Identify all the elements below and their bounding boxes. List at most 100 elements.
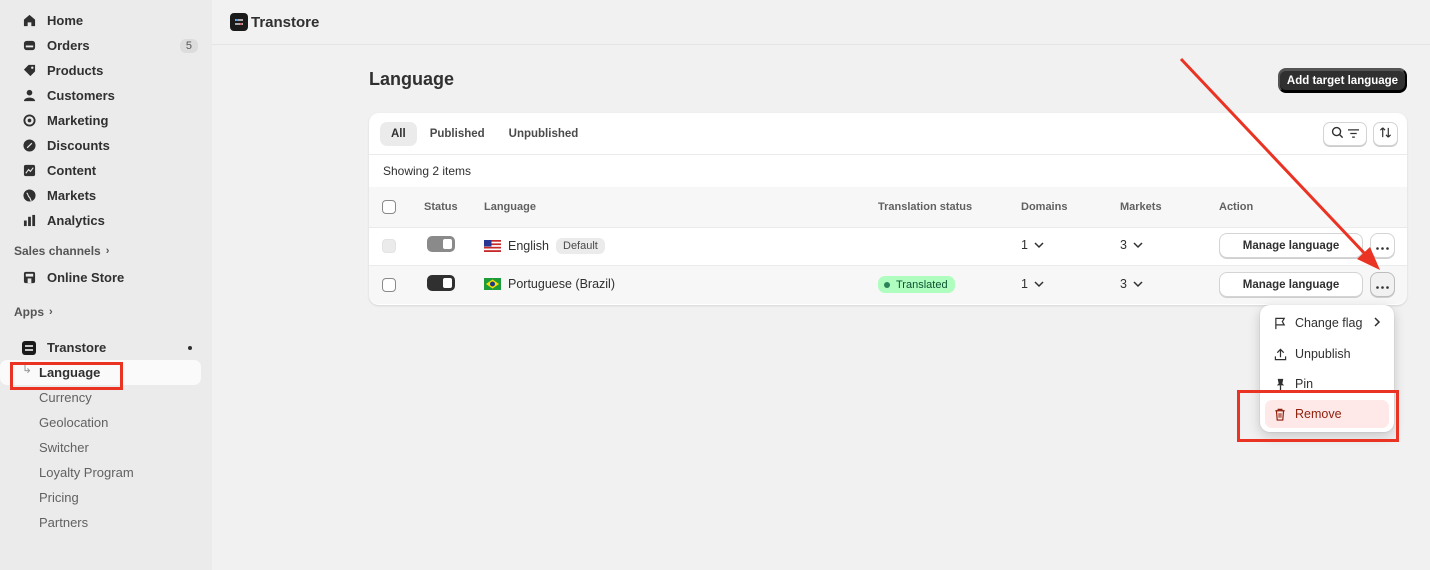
sidebar-item-label: Discounts xyxy=(47,138,110,153)
default-badge: Default xyxy=(556,238,605,254)
sidebar-item-label: Transtore xyxy=(47,340,107,355)
toggle-knob xyxy=(443,239,452,249)
menu-item-unpublish[interactable]: Unpublish xyxy=(1265,340,1389,368)
orders-count-badge: 5 xyxy=(179,38,198,53)
us-flag-icon xyxy=(484,240,501,252)
sidebar-item-home[interactable]: Home xyxy=(6,8,202,33)
page-title: Language xyxy=(369,69,455,89)
menu-item-change-flag[interactable]: Change flag xyxy=(1265,309,1389,337)
add-target-language-button[interactable]: Add target language xyxy=(1278,68,1407,93)
divider xyxy=(369,154,1407,155)
tab-all[interactable]: All xyxy=(380,122,417,146)
chevron-right-icon: › xyxy=(49,306,53,318)
showing-count-text: Showing 2 items xyxy=(383,164,472,178)
sidebar-item-label: Online Store xyxy=(47,270,125,285)
transtore-logo-icon xyxy=(230,13,248,31)
language-table-card: All Published Unpublished Showing 2 item… xyxy=(369,113,1407,305)
domains-count: 1 xyxy=(1021,277,1028,291)
language-name: English xyxy=(508,239,549,253)
sidebar-subitem-switcher[interactable]: Switcher xyxy=(0,435,201,460)
sidebar-subitem-label: Geolocation xyxy=(39,415,109,430)
row-checkbox[interactable] xyxy=(382,278,396,292)
publish-toggle[interactable] xyxy=(427,275,455,291)
markets-dropdown[interactable]: 3 xyxy=(1120,277,1143,291)
highlight-box-language xyxy=(10,362,123,390)
markets-dropdown[interactable]: 3 xyxy=(1120,238,1143,252)
sort-icon xyxy=(1379,126,1392,142)
chevron-down-icon xyxy=(1133,277,1143,291)
more-actions-button[interactable] xyxy=(1370,272,1395,297)
status-dot xyxy=(884,281,890,288)
tag-icon xyxy=(22,64,36,78)
bar-chart-icon xyxy=(22,214,36,228)
pin-icon xyxy=(1273,377,1287,391)
app-topbar: Transtore xyxy=(212,0,1430,45)
sidebar-item-transtore[interactable]: Transtore xyxy=(6,335,202,360)
transtore-app-icon xyxy=(22,340,36,355)
sales-channels-label: Sales channels xyxy=(14,244,101,258)
column-header-markets: Markets xyxy=(1120,201,1162,213)
sidebar-item-orders[interactable]: Orders 5 xyxy=(6,33,202,58)
column-header-translation-status: Translation status xyxy=(878,201,973,213)
sidebar-subitem-loyalty-program[interactable]: Loyalty Program xyxy=(0,460,201,485)
sidebar-item-markets[interactable]: Markets xyxy=(6,183,202,208)
manage-language-button[interactable]: Manage language xyxy=(1219,272,1363,297)
sidebar-item-content[interactable]: Content xyxy=(6,158,202,183)
sidebar-item-label: Orders xyxy=(47,38,90,53)
sidebar: Home Orders 5 Products Customers Marketi… xyxy=(0,0,212,570)
person-icon xyxy=(22,89,36,103)
column-header-domains: Domains xyxy=(1021,201,1068,213)
filter-tabs: All Published Unpublished xyxy=(380,122,591,146)
highlight-box-remove xyxy=(1237,390,1399,442)
row-checkbox[interactable] xyxy=(382,239,396,253)
sidebar-item-label: Home xyxy=(47,13,84,28)
menu-item-label: Change flag xyxy=(1295,316,1363,330)
more-actions-button[interactable] xyxy=(1370,233,1395,258)
domains-dropdown[interactable]: 1 xyxy=(1021,238,1044,252)
apps-link[interactable]: Apps › xyxy=(0,302,212,322)
store-icon xyxy=(22,271,36,285)
sidebar-item-products[interactable]: Products xyxy=(6,58,202,83)
sidebar-subitem-pricing[interactable]: Pricing xyxy=(0,485,201,510)
search-filter-button[interactable] xyxy=(1323,122,1367,146)
sidebar-item-label: Markets xyxy=(47,188,97,203)
content-icon xyxy=(22,164,36,178)
orders-icon xyxy=(22,39,36,53)
column-header-action: Action xyxy=(1219,201,1254,213)
sidebar-item-online-store[interactable]: Online Store xyxy=(6,265,202,290)
discount-icon xyxy=(22,139,36,153)
sidebar-item-marketing[interactable]: Marketing xyxy=(6,108,202,133)
sidebar-item-customers[interactable]: Customers xyxy=(6,83,202,108)
manage-language-button[interactable]: Manage language xyxy=(1219,233,1363,258)
language-cell: Portuguese (Brazil) xyxy=(484,277,615,291)
publish-toggle[interactable] xyxy=(427,236,455,252)
menu-item-label: Unpublish xyxy=(1295,347,1351,361)
sidebar-subitem-geolocation[interactable]: Geolocation xyxy=(0,410,201,435)
sales-channels-link[interactable]: Sales channels › xyxy=(0,241,212,261)
pin-dot xyxy=(188,345,192,350)
select-all-checkbox[interactable] xyxy=(382,200,396,214)
language-cell: English Default xyxy=(484,238,605,254)
globe-icon xyxy=(22,189,36,203)
translation-status-badge: Translated xyxy=(878,276,955,293)
menu-item-label: Pin xyxy=(1295,377,1314,391)
ellipsis-icon xyxy=(1376,238,1389,253)
tab-unpublished[interactable]: Unpublished xyxy=(498,122,590,146)
chevron-right-icon xyxy=(1374,316,1381,330)
tab-published[interactable]: Published xyxy=(419,122,496,146)
sidebar-item-analytics[interactable]: Analytics xyxy=(6,208,202,233)
sidebar-subitem-label: Currency xyxy=(39,390,92,405)
sidebar-subitem-label: Loyalty Program xyxy=(39,465,134,480)
sidebar-subitem-label: Pricing xyxy=(39,490,79,505)
sidebar-item-label: Marketing xyxy=(47,113,109,128)
domains-dropdown[interactable]: 1 xyxy=(1021,277,1044,291)
sidebar-item-discounts[interactable]: Discounts xyxy=(6,133,202,158)
app-title: Transtore xyxy=(251,13,320,31)
sidebar-subitem-partners[interactable]: Partners xyxy=(0,510,201,535)
chevron-down-icon xyxy=(1034,238,1044,252)
sidebar-subitem-label: Partners xyxy=(39,515,89,530)
chevron-right-icon: › xyxy=(105,245,110,257)
upload-icon xyxy=(1273,347,1287,361)
sort-button[interactable] xyxy=(1373,122,1398,146)
language-name: Portuguese (Brazil) xyxy=(508,277,615,291)
